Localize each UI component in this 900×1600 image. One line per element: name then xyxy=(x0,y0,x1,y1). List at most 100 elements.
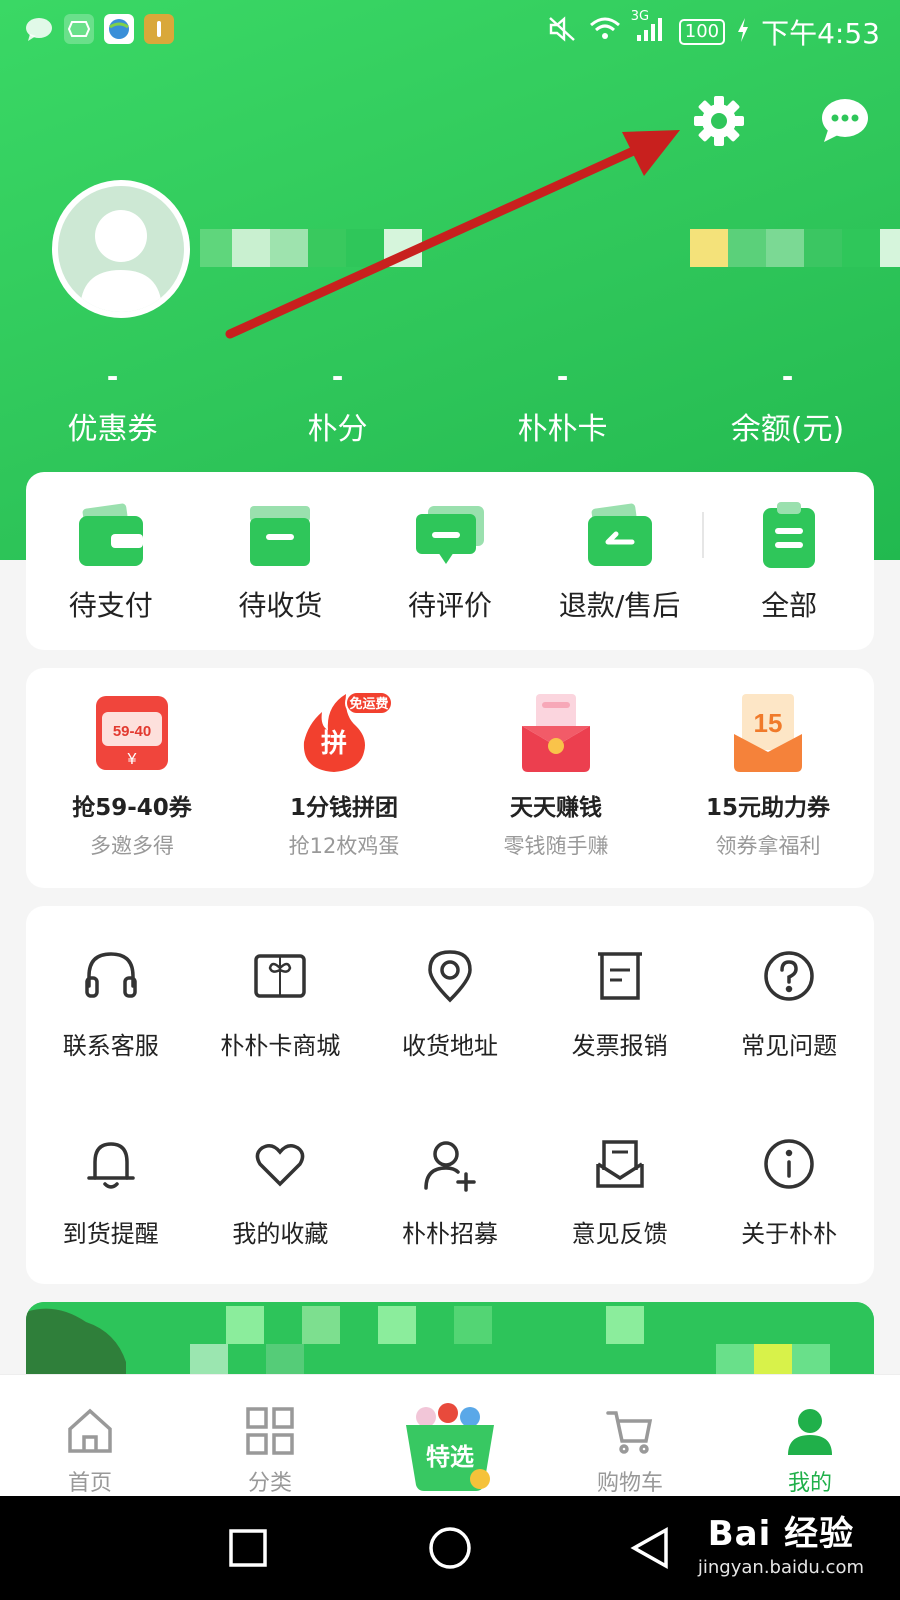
add-user-icon xyxy=(420,1134,480,1194)
coupon-badge: 59-40 xyxy=(113,723,151,740)
service-arrival-reminder[interactable]: 到货提醒 xyxy=(26,1134,196,1322)
service-favorites[interactable]: 我的收藏 xyxy=(196,1134,366,1322)
stat-balance[interactable]: - 余额(元) xyxy=(675,360,900,448)
order-all[interactable]: 全部 xyxy=(704,502,874,650)
charging-icon xyxy=(737,16,749,49)
promo-coupon-59-40[interactable]: 59-40 ¥ 抢59-40券 多邀多得 xyxy=(26,690,238,888)
status-bar: 3G 100 下午4:53 xyxy=(0,0,900,62)
feedback-icon xyxy=(590,1134,650,1194)
settings-gear-icon[interactable] xyxy=(690,92,748,150)
box-icon xyxy=(244,502,316,570)
svg-text:¥: ¥ xyxy=(127,751,137,768)
info-icon xyxy=(759,1134,819,1194)
account-stats: - 优惠券 - 朴分 - 朴朴卡 - 余额(元) xyxy=(0,360,900,448)
coupon-amount: 15 xyxy=(754,708,783,738)
service-label: 联系客服 xyxy=(62,1032,159,1060)
tab-label: 首页 xyxy=(67,1471,112,1496)
bell-icon xyxy=(81,1134,141,1194)
clipboard-icon xyxy=(753,502,825,570)
recent-apps-button[interactable] xyxy=(228,1528,268,1572)
back-button[interactable] xyxy=(628,1526,672,1574)
promo-coupon-15[interactable]: 15 15元助力券 领券拿福利 xyxy=(662,690,874,888)
stat-label: 余额(元) xyxy=(730,412,845,447)
grid-icon xyxy=(244,1405,296,1457)
service-feedback[interactable]: 意见反馈 xyxy=(535,1134,705,1322)
promo-title: 抢59-40券 xyxy=(72,795,192,821)
member-mosaic xyxy=(690,229,900,267)
username-mosaic xyxy=(200,229,422,267)
order-pending-receipt[interactable]: 待收货 xyxy=(196,502,366,650)
home-button[interactable] xyxy=(428,1526,472,1574)
service-card-mall[interactable]: 朴朴卡商城 xyxy=(196,946,366,1134)
promo-earn-daily[interactable]: 天天赚钱 零钱随手赚 xyxy=(450,690,662,888)
stat-value: - xyxy=(781,360,794,393)
app-icon xyxy=(144,14,174,44)
services-row: 到货提醒 我的收藏 朴朴招募 意见反馈 关于朴朴 xyxy=(26,1134,874,1322)
promo-subtitle: 抢12枚鸡蛋 xyxy=(288,834,400,858)
stat-card[interactable]: - 朴朴卡 xyxy=(450,360,675,448)
wifi-icon xyxy=(589,15,621,50)
wallet-icon xyxy=(75,502,147,570)
service-label: 意见反馈 xyxy=(571,1220,668,1248)
tab-featured[interactable]: 特选 xyxy=(360,1375,540,1496)
bottom-tab-bar: 首页 分类 特选 购物车 我的 xyxy=(0,1374,900,1496)
orders-card: 待支付 待收货 待评价 退款/售后 全部 xyxy=(26,472,874,650)
service-faq[interactable]: 常见问题 xyxy=(704,946,874,1134)
browser-icon xyxy=(104,14,134,44)
service-about[interactable]: 关于朴朴 xyxy=(704,1134,874,1322)
promotions-card: 59-40 ¥ 抢59-40券 多邀多得 拼 免运费 1分钱拼团 抢12枚鸡蛋 xyxy=(26,668,874,888)
order-label: 退款/售后 xyxy=(558,589,681,622)
promo-group-buy[interactable]: 拼 免运费 1分钱拼团 抢12枚鸡蛋 xyxy=(238,690,450,888)
order-refund[interactable]: 退款/售后 xyxy=(535,502,705,650)
coupon-red-icon: 59-40 ¥ xyxy=(92,690,172,774)
message-icon[interactable] xyxy=(816,92,874,150)
promo-banner[interactable] xyxy=(26,1302,874,1382)
basket-icon: 特选 xyxy=(402,1403,498,1493)
watermark-brand: Bai 经验 xyxy=(707,1514,855,1554)
service-label: 收货地址 xyxy=(401,1032,498,1060)
comment-icon xyxy=(414,502,486,570)
services-row: 联系客服 朴朴卡商城 收货地址 发票报销 常见问题 xyxy=(26,946,874,1134)
service-address[interactable]: 收货地址 xyxy=(365,946,535,1134)
service-label: 朴朴招募 xyxy=(401,1220,498,1248)
hand-icon xyxy=(64,14,94,44)
cart-icon xyxy=(604,1405,656,1457)
promo-subtitle: 多邀多得 xyxy=(90,834,174,858)
stat-label: 朴分 xyxy=(307,412,368,447)
headset-icon xyxy=(81,946,141,1006)
tab-label: 我的 xyxy=(787,1471,832,1496)
refund-icon xyxy=(584,502,656,570)
tab-category[interactable]: 分类 xyxy=(180,1375,360,1496)
watermark: Bai 经验 jingyan.baidu.com xyxy=(698,1506,864,1578)
service-customer-support[interactable]: 联系客服 xyxy=(26,946,196,1134)
order-pending-payment[interactable]: 待支付 xyxy=(26,502,196,650)
clock: 下午4:53 xyxy=(761,17,880,50)
service-label: 发票报销 xyxy=(571,1032,668,1060)
tab-label: 分类 xyxy=(247,1471,292,1496)
red-packet-icon xyxy=(516,690,596,774)
free-shipping-badge: 免运费 xyxy=(349,696,388,712)
tab-mine[interactable]: 我的 xyxy=(720,1375,900,1496)
fire-icon: 拼 免运费 xyxy=(303,690,393,774)
service-recruitment[interactable]: 朴朴招募 xyxy=(365,1134,535,1322)
featured-badge: 特选 xyxy=(426,1443,474,1471)
home-icon xyxy=(64,1405,116,1457)
order-pending-review[interactable]: 待评价 xyxy=(365,502,535,650)
service-label: 我的收藏 xyxy=(232,1220,329,1248)
location-icon xyxy=(420,946,480,1006)
order-label: 全部 xyxy=(761,589,818,622)
promo-subtitle: 领券拿福利 xyxy=(715,834,821,858)
tab-home[interactable]: 首页 xyxy=(0,1375,180,1496)
chat-bubble-icon xyxy=(24,14,54,44)
avatar[interactable] xyxy=(52,180,190,318)
stat-value: - xyxy=(556,360,569,393)
stat-points[interactable]: - 朴分 xyxy=(225,360,450,448)
service-label: 关于朴朴 xyxy=(741,1220,838,1248)
tab-cart[interactable]: 购物车 xyxy=(540,1375,720,1496)
signal-icon: 3G xyxy=(631,9,667,50)
service-invoice[interactable]: 发票报销 xyxy=(535,946,705,1134)
order-label: 待收货 xyxy=(238,589,323,622)
mute-icon xyxy=(547,15,577,50)
stat-coupons[interactable]: - 优惠券 xyxy=(0,360,225,448)
stat-label: 优惠券 xyxy=(67,412,158,447)
